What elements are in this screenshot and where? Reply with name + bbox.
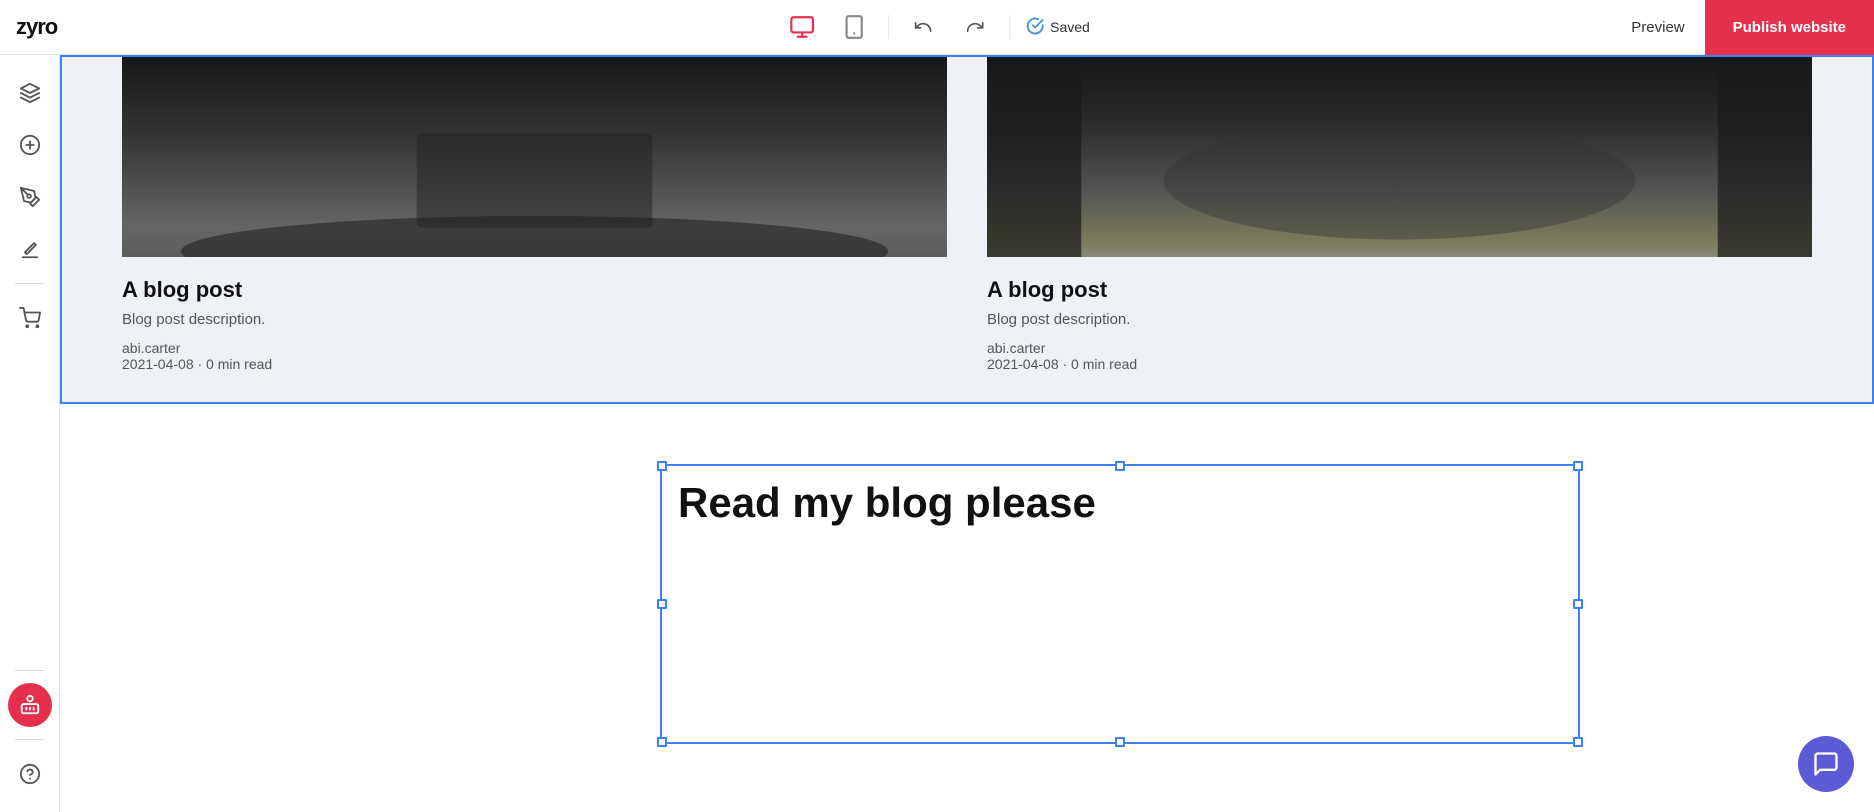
topbar-center: Saved xyxy=(784,9,1090,45)
sidebar-item-cart[interactable] xyxy=(8,296,52,340)
handle-middle-left[interactable] xyxy=(657,599,667,609)
top-bar: zyro xyxy=(0,0,1874,55)
blog-grid: A blog post Blog post description. abi.c… xyxy=(122,57,1812,372)
topbar-right: Preview Publish website xyxy=(1611,0,1874,55)
mobile-device-button[interactable] xyxy=(836,9,872,45)
topbar-left: zyro xyxy=(16,14,57,40)
saved-indicator: Saved xyxy=(1026,17,1090,38)
zyro-logo: zyro xyxy=(16,14,57,40)
canvas[interactable]: A blog post Blog post description. abi.c… xyxy=(60,55,1874,812)
redo-button[interactable] xyxy=(957,9,993,45)
saved-label: Saved xyxy=(1050,19,1090,35)
handle-top-left[interactable] xyxy=(657,461,667,471)
handle-top-right[interactable] xyxy=(1573,461,1583,471)
blog-title-1: A blog post xyxy=(122,277,947,303)
blog-content-1: A blog post Blog post description. abi.c… xyxy=(122,257,947,372)
blog-meta-2: 2021-04-08 · 0 min read xyxy=(987,356,1812,372)
blog-title-2: A blog post xyxy=(987,277,1812,303)
blog-author-2: abi.carter xyxy=(987,340,1812,356)
sidebar-divider-2 xyxy=(15,670,45,671)
preview-button[interactable]: Preview xyxy=(1611,0,1704,55)
separator xyxy=(888,15,889,39)
blog-desc-2: Blog post description. xyxy=(987,311,1812,328)
text-section[interactable]: Read my blog please xyxy=(60,404,1874,744)
blog-author-1: abi.carter xyxy=(122,340,947,356)
handle-bottom-right[interactable] xyxy=(1573,737,1583,747)
canvas-inner: A blog post Blog post description. abi.c… xyxy=(60,55,1874,812)
help-button[interactable] xyxy=(8,752,52,796)
chat-widget-button[interactable] xyxy=(1798,736,1854,792)
blog-desc-1: Blog post description. xyxy=(122,311,947,328)
blog-content-2: A blog post Blog post description. abi.c… xyxy=(987,257,1812,372)
blog-image-1 xyxy=(122,57,947,257)
publish-button[interactable]: Publish website xyxy=(1705,0,1874,55)
text-element-selected[interactable]: Read my blog please xyxy=(660,464,1580,744)
ai-assistant-button[interactable] xyxy=(8,683,52,727)
sidebar xyxy=(0,55,60,812)
handle-middle-right[interactable] xyxy=(1573,599,1583,609)
separator2 xyxy=(1009,15,1010,39)
blog-image-2 xyxy=(987,57,1812,257)
saved-check-icon xyxy=(1026,17,1044,38)
text-element-content[interactable]: Read my blog please xyxy=(678,478,1562,528)
undo-button[interactable] xyxy=(905,9,941,45)
blog-card-1[interactable]: A blog post Blog post description. abi.c… xyxy=(122,57,947,372)
sidebar-item-layers[interactable] xyxy=(8,71,52,115)
handle-top-center[interactable] xyxy=(1115,461,1125,471)
sidebar-divider-1 xyxy=(15,283,45,284)
blog-section: A blog post Blog post description. abi.c… xyxy=(60,55,1874,404)
handle-bottom-left[interactable] xyxy=(657,737,667,747)
blog-card-2[interactable]: A blog post Blog post description. abi.c… xyxy=(987,57,1812,372)
sidebar-item-draw[interactable] xyxy=(8,175,52,219)
handle-bottom-center[interactable] xyxy=(1115,737,1125,747)
sidebar-divider-3 xyxy=(15,739,45,740)
sidebar-item-edit[interactable] xyxy=(8,227,52,271)
desktop-device-button[interactable] xyxy=(784,9,820,45)
sidebar-item-add[interactable] xyxy=(8,123,52,167)
blog-meta-1: 2021-04-08 · 0 min read xyxy=(122,356,947,372)
